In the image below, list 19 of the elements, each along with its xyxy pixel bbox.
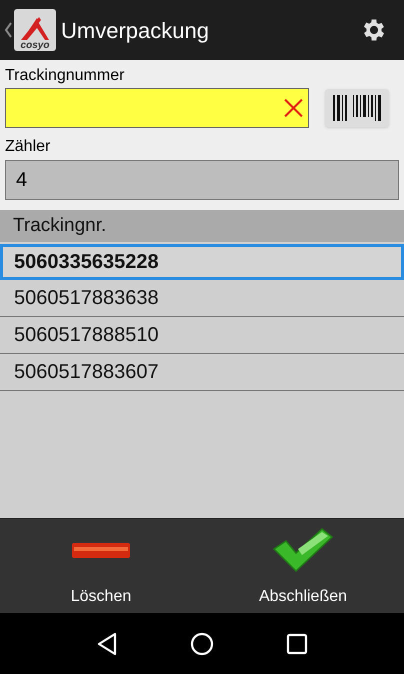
minus-icon (71, 540, 131, 560)
finish-button[interactable]: Abschließen (202, 519, 404, 613)
field-label: Trackingnummer (5, 66, 126, 86)
tracking-input-field[interactable] (5, 88, 309, 128)
delete-button[interactable]: Löschen (0, 519, 202, 613)
recent-apps-icon[interactable] (286, 632, 308, 654)
column-header: Trackingnr. (13, 214, 106, 238)
field-label: Zähler (5, 137, 52, 157)
app-logo[interactable]: cosyo (14, 9, 56, 51)
back-icon[interactable] (96, 632, 118, 656)
home-icon[interactable] (190, 632, 214, 656)
screen-title: Umverpackung (61, 16, 209, 45)
logo-wordmark: cosyo (20, 40, 50, 51)
counter-field: 4 (5, 160, 399, 200)
checkmark-icon (272, 527, 334, 573)
barcode-scan-button[interactable] (325, 89, 389, 127)
table-row[interactable]: 5060335635228 (0, 244, 404, 280)
barcode-icon (331, 93, 383, 123)
back-caret-icon[interactable] (4, 22, 12, 38)
